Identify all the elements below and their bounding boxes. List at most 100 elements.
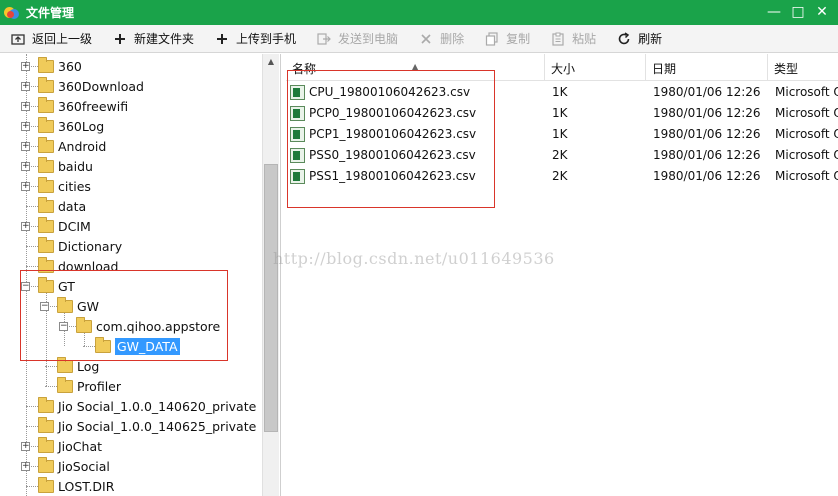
tree-item[interactable]: 360Log [38, 116, 104, 136]
tree-item[interactable]: GW_DATA [95, 336, 180, 356]
folder-icon [57, 296, 73, 313]
tree-item[interactable]: GT [38, 276, 75, 296]
refresh-label: 刷新 [638, 32, 663, 46]
folder-icon [38, 116, 54, 133]
paste-button[interactable]: 粘贴 [550, 30, 596, 47]
tree-item-label: Log [77, 358, 100, 374]
expand-icon[interactable]: + [21, 142, 30, 151]
expand-icon[interactable]: + [21, 162, 30, 171]
collapse-icon[interactable]: − [21, 282, 30, 291]
cell-name: PCP1_19800106042623.csv [309, 127, 477, 141]
upload-to-phone-button[interactable]: 上传到手机 [214, 30, 296, 47]
file-list[interactable]: 名称 ▲ 大小 日期 类型 CPU_19800106042623.csv 1K 19… [286, 54, 838, 496]
sort-ascending-icon: ▲ [412, 62, 419, 71]
table-row[interactable]: PSS1_19800106042623.csv 2K 1980/01/06 12:2… [286, 166, 838, 187]
collapse-icon[interactable]: − [59, 322, 68, 331]
new-folder-button[interactable]: 新建文件夹 [112, 30, 194, 47]
delete-button[interactable]: 删除 [418, 30, 464, 47]
tree-item[interactable]: com.qihoo.appstore [76, 316, 220, 336]
cell-type: Microsoft O [775, 148, 838, 162]
tree-item[interactable]: JioChat [38, 436, 102, 456]
tree-item-label: DCIM [58, 218, 91, 234]
folder-icon [38, 76, 54, 93]
cell-date: 1980/01/06 12:26 [653, 106, 761, 120]
cell-size: 1K [552, 106, 568, 120]
tree-item-label: LOST.DIR [58, 478, 115, 494]
folder-tree[interactable]: +360 +360Download +360freewifi +360Log + Andr… [0, 54, 281, 496]
table-row[interactable]: PCP0_19800106042623.csv 1K 1980/01/06 12:2… [286, 103, 838, 124]
tree-item[interactable]: 360 [38, 56, 82, 76]
watermark-text: http://blog.csdn.net/u011649536 [273, 249, 555, 268]
minimize-button[interactable]: — [762, 3, 786, 23]
cell-type: Microsoft O [775, 169, 838, 183]
column-header-name[interactable]: 名称 ▲ [286, 54, 545, 81]
tree-item[interactable]: Android [38, 136, 106, 156]
cell-name: CPU_19800106042623.csv [309, 85, 471, 99]
x-icon [418, 31, 434, 47]
tree-item[interactable]: Log [57, 356, 99, 376]
tree-item[interactable]: Dictionary [38, 236, 122, 256]
back-up-label: 返回上一级 [32, 32, 93, 46]
copy-button[interactable]: 复制 [484, 30, 530, 47]
tree-item-label: GW_DATA [115, 337, 180, 355]
column-header-type[interactable]: 类型 [768, 54, 838, 81]
tree-item[interactable]: baidu [38, 156, 93, 176]
back-up-button[interactable]: 返回上一级 [10, 30, 92, 47]
table-row[interactable]: PSS0_19800106042623.csv 2K 1980/01/06 12:2… [286, 145, 838, 166]
tree-item[interactable]: Jio Social_1.0.0_140625_private [38, 416, 256, 436]
expand-icon[interactable]: + [21, 182, 30, 191]
tree-item[interactable]: 360Download [38, 76, 144, 96]
folder-icon [76, 316, 92, 333]
tree-item-label: download [58, 258, 119, 274]
collapse-icon[interactable]: − [40, 302, 49, 311]
title-bar: 文件管理 — □ ✕ [0, 0, 838, 25]
upload-to-phone-label: 上传到手机 [236, 32, 297, 46]
tree-item[interactable]: LOST.DIR [38, 476, 114, 496]
toolbar: 返回上一级 新建文件夹 上传到手机 发送到电脑 删除 复制 粘贴 刷新 [0, 25, 838, 53]
list-header: 名称 ▲ 大小 日期 类型 [286, 54, 838, 81]
tree-item[interactable]: cities [38, 176, 91, 196]
csv-file-icon [290, 127, 305, 142]
expand-icon[interactable]: + [21, 462, 30, 471]
table-row[interactable]: CPU_19800106042623.csv 1K 1980/01/06 12:26… [286, 82, 838, 103]
cell-name: PSS1_19800106042623.csv [309, 169, 476, 183]
tree-item[interactable]: data [38, 196, 86, 216]
send-to-pc-button[interactable]: 发送到电脑 [316, 30, 398, 47]
refresh-button[interactable]: 刷新 [616, 30, 662, 47]
scroll-thumb[interactable] [264, 164, 278, 432]
tree-item[interactable]: download [38, 256, 118, 276]
expand-icon[interactable]: + [21, 82, 30, 91]
tree-item-label: GW [77, 298, 100, 314]
plus-icon [214, 31, 230, 47]
tree-item[interactable]: DCIM [38, 216, 91, 236]
cell-size: 2K [552, 169, 568, 183]
tree-item[interactable]: 360freewifi [38, 96, 128, 116]
folder-icon [38, 136, 54, 153]
column-header-date[interactable]: 日期 [646, 54, 768, 81]
folder-icon [38, 416, 54, 433]
cell-size: 2K [552, 148, 568, 162]
expand-icon[interactable]: + [21, 442, 30, 451]
expand-icon[interactable]: + [21, 62, 30, 71]
tree-item[interactable]: GW [57, 296, 99, 316]
maximize-button[interactable]: □ [786, 3, 810, 23]
tree-scrollbar[interactable]: ▲ [262, 54, 279, 496]
expand-icon[interactable]: + [21, 122, 30, 131]
folder-icon [38, 216, 54, 233]
expand-icon[interactable]: + [21, 222, 30, 231]
tree-item[interactable]: Profiler [57, 376, 121, 396]
window-title: 文件管理 [26, 6, 75, 20]
folder-icon [38, 456, 54, 473]
tree-item[interactable]: Jio Social_1.0.0_140620_private [38, 396, 256, 416]
table-row[interactable]: PCP1_19800106042623.csv 1K 1980/01/06 12:2… [286, 124, 838, 145]
folder-icon [38, 276, 54, 293]
tree-item[interactable]: JioSocial [38, 456, 110, 476]
close-button[interactable]: ✕ [810, 3, 834, 23]
column-header-size[interactable]: 大小 [545, 54, 646, 81]
scroll-up-icon[interactable]: ▲ [263, 54, 279, 70]
expand-icon[interactable]: + [21, 102, 30, 111]
folder-icon [38, 196, 54, 213]
cell-size: 1K [552, 127, 568, 141]
folder-icon [38, 236, 54, 253]
plus-icon [112, 31, 128, 47]
